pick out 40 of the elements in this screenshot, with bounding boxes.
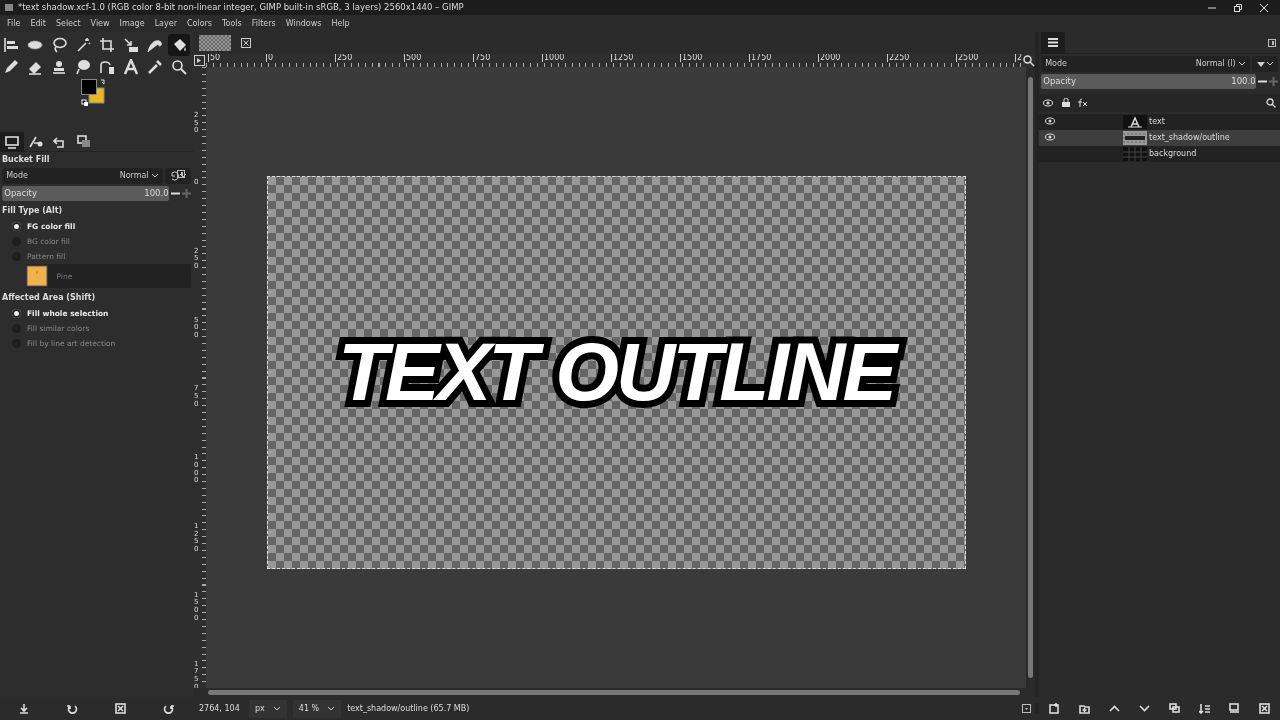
ruler-label: 2000 [818,54,841,62]
ruler-label: 250 [335,54,353,62]
menu-item[interactable]: Tools [217,17,247,30]
menu-item[interactable]: Help [326,17,355,30]
ruler-label: 2250 [887,54,910,62]
menu-item[interactable]: File [2,17,26,30]
ruler-label: 750 [473,54,491,62]
ruler-label: 50 [208,54,221,62]
pointer-coordinates: 2764, 104 [199,702,241,715]
opacity-slider[interactable]: Opacity 100.0 [2,186,169,202]
ruler-label: 0 [266,54,274,62]
menu-item[interactable]: Filters [246,17,281,30]
layer-row[interactable]: text [1039,113,1280,130]
menu-item[interactable]: Edit [25,17,51,30]
ruler-label: 1000 [542,54,565,62]
ruler-label: 500 [404,54,422,62]
menu-item[interactable]: Select [50,17,86,30]
window-title: *text shadow.xcf-1.0 (RGB color 8-bit non-linear integer, GIMP built-in sRGB, 3 layers) 2560x1440 – GIMP [18,1,464,14]
menu-item[interactable]: Image [114,17,150,30]
mode-dropdown[interactable]: Mode Normal (l) [1041,56,1250,73]
ruler-label: 1500 [680,54,703,62]
menu-item[interactable]: Windows [280,17,327,30]
ruler-label: 2 [1015,54,1022,62]
zoom-dropdown[interactable]: 41 % [292,699,342,718]
layer-name: background [1149,147,1197,160]
menu-item[interactable]: View [85,17,115,30]
layer-name: text [1149,115,1165,128]
ruler-label: 1750 [749,54,772,62]
layer-name: text_shadow/outline [1149,131,1230,144]
mode-dropdown[interactable]: Mode Normal [2,168,163,184]
unit-dropdown[interactable]: px [249,699,287,718]
menu-item[interactable]: Layer [149,17,182,30]
section-heading: Fill Type (Alt) [1,205,64,218]
menu-item[interactable]: Colors [181,17,217,30]
status-message: text_shadow/outline (65.7 MB) [347,702,470,715]
section-heading: Affected Area (Shift) [1,292,97,305]
ruler-label: 1250 [611,54,634,62]
ruler-label: 2500 [956,54,979,62]
opacity-slider[interactable]: Opacity 100.0 [1041,74,1256,90]
panel-title: Bucket Fill [1,154,51,166]
